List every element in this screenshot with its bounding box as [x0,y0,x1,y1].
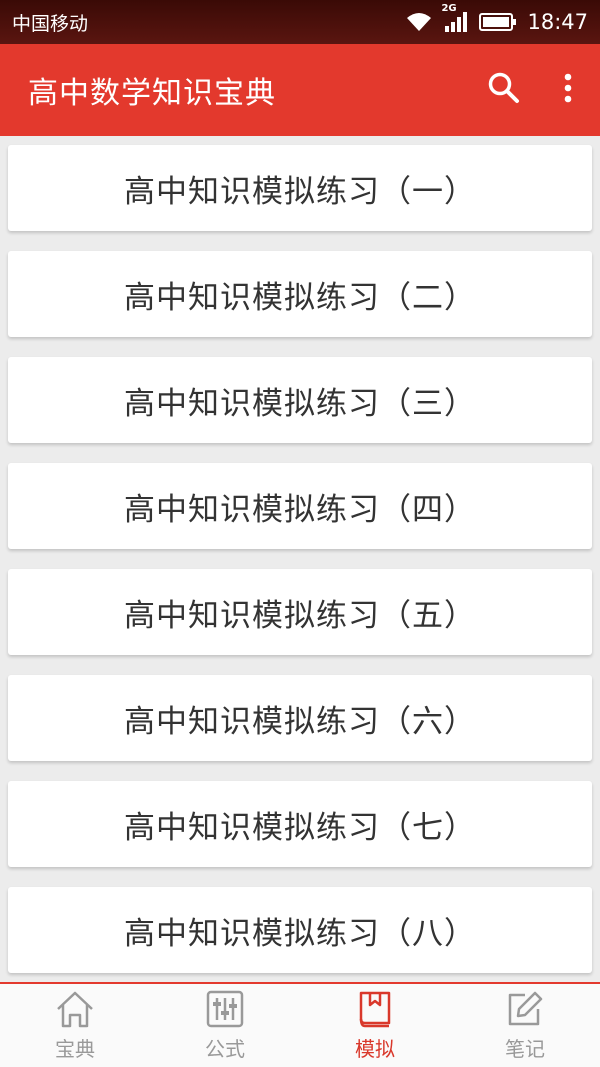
list-item-practice-7[interactable]: 高中知识模拟练习（七） [8,781,592,867]
more-vert-icon [563,72,573,108]
search-button[interactable] [472,58,536,122]
app-bar: 高中数学知识宝典 [0,44,600,136]
list-item-label: 高中知识模拟练习（六） [124,703,476,740]
nav-label: 笔记 [505,1037,545,1061]
clock-label: 18:47 [527,10,588,34]
nav-item-biji[interactable]: 笔记 [450,984,600,1067]
carrier-label: 中国移动 [12,12,89,35]
practice-list: 高中知识模拟练习（一） 高中知识模拟练习（二） 高中知识模拟练习（三） 高中知识… [0,136,600,982]
status-bar: 中国移动 2G 18:47 [0,0,600,44]
nav-item-baodian[interactable]: 宝典 [0,984,150,1067]
nav-label: 宝典 [55,1037,95,1061]
list-item-practice-3[interactable]: 高中知识模拟练习（三） [8,357,592,443]
list-item-practice-4[interactable]: 高中知识模拟练习（四） [8,463,592,549]
nav-label: 公式 [205,1037,245,1061]
list-item-label: 高中知识模拟练习（四） [124,491,476,528]
list-item-practice-6[interactable]: 高中知识模拟练习（六） [8,675,592,761]
list-item-label: 高中知识模拟练习（八） [124,915,476,952]
nav-item-moni[interactable]: 模拟 [300,984,450,1067]
network-label: 2G [441,3,457,14]
nav-item-gongshi[interactable]: 公式 [150,984,300,1067]
sliders-icon [205,989,245,1029]
list-item-practice-1[interactable]: 高中知识模拟练习（一） [8,145,592,231]
search-icon [487,71,521,109]
app-title: 高中数学知识宝典 [28,76,276,111]
book-icon [355,989,395,1029]
status-icons: 2G 18:47 [405,3,588,34]
list-item-practice-5[interactable]: 高中知识模拟练习（五） [8,569,592,655]
more-options-button[interactable] [536,58,600,122]
list-item-practice-8[interactable]: 高中知识模拟练习（八） [8,887,592,973]
list-item-label: 高中知识模拟练习（七） [124,809,476,846]
home-icon [54,989,96,1029]
bottom-nav: 宝典 公式 模拟 笔记 [0,982,600,1067]
nav-label: 模拟 [355,1037,395,1061]
list-item-practice-2[interactable]: 高中知识模拟练习（二） [8,251,592,337]
signal-icon: 2G [441,3,469,33]
list-item-label: 高中知识模拟练习（三） [124,385,476,422]
wifi-icon [405,11,433,33]
edit-icon [505,989,545,1029]
list-item-label: 高中知识模拟练习（五） [124,597,476,634]
list-item-label: 高中知识模拟练习（一） [124,173,476,210]
list-item-label: 高中知识模拟练习（二） [124,279,476,316]
battery-icon [479,12,517,32]
